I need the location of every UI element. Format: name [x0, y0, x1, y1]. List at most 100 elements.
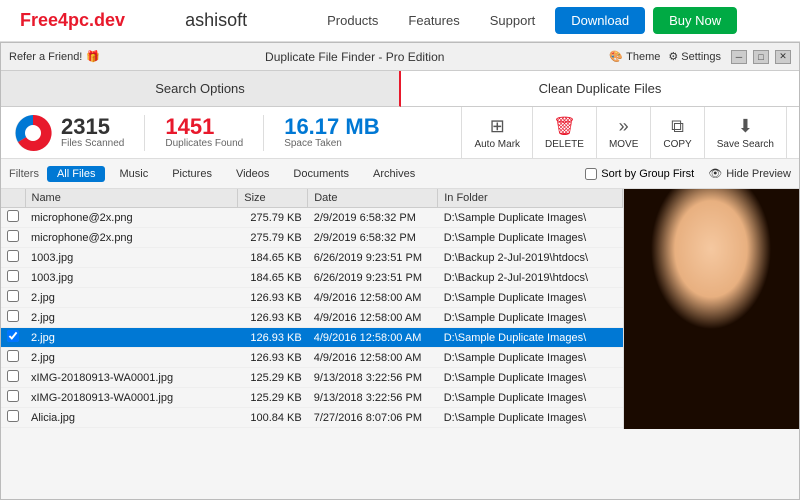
table-row[interactable]: 2.jpg126.93 KB4/9/2016 12:58:00 AMD:\Sam… — [1, 328, 623, 348]
buynow-button[interactable]: Buy Now — [653, 7, 737, 34]
file-folder: D:\Sample Duplicate Images\ — [438, 228, 623, 248]
file-name: 2.jpg — [25, 328, 238, 348]
file-date: 7/27/2016 8:07:06 PM — [308, 428, 438, 430]
space-num: 16.17 MB — [284, 116, 379, 138]
filter-documents[interactable]: Documents — [283, 166, 359, 182]
files-scanned-num: 2315 — [61, 116, 124, 138]
refer-friend[interactable]: Refer a Friend! 🎁 — [9, 50, 100, 63]
filter-pictures[interactable]: Pictures — [162, 166, 222, 182]
clean-duplicates-tab[interactable]: Clean Duplicate Files — [401, 71, 799, 107]
file-table-container[interactable]: Name Size Date In Folder microphone@2x.p… — [1, 189, 624, 429]
table-row[interactable]: xIMG-20180913-WA0001.jpg125.29 KB9/13/20… — [1, 368, 623, 388]
col-header-date[interactable]: Date — [308, 189, 438, 208]
table-row[interactable]: 1003.jpg184.65 KB6/26/2019 9:23:51 PMD:\… — [1, 248, 623, 268]
automark-button[interactable]: ⊞ Auto Mark — [462, 107, 533, 159]
file-folder: D:\Sample Duplicate Images\ — [438, 388, 623, 408]
filter-music[interactable]: Music — [109, 166, 158, 182]
row-checkbox[interactable] — [7, 330, 19, 342]
delete-button[interactable]: 🗑 DELETE — [533, 107, 597, 159]
copy-button[interactable]: ⧉ COPY — [651, 107, 704, 159]
action-buttons: ⊞ Auto Mark 🗑 DELETE » MOVE ⧉ COPY ⬇ Sav… — [461, 107, 787, 159]
file-name: 2.jpg — [25, 308, 238, 328]
table-row[interactable]: microphone@2x.png275.79 KB2/9/2019 6:58:… — [1, 208, 623, 228]
automark-icon: ⊞ — [490, 116, 505, 137]
move-label: MOVE — [609, 139, 638, 150]
move-icon: » — [619, 116, 629, 137]
file-size: 100.84 KB — [238, 428, 308, 430]
file-date: 2/9/2019 6:58:32 PM — [308, 208, 438, 228]
settings-link[interactable]: ⚙ Settings — [668, 50, 721, 63]
save-search-button[interactable]: ⬇ Save Search — [705, 107, 787, 159]
file-name: xIMG-20180913-WA0001.jpg — [25, 368, 238, 388]
row-checkbox[interactable] — [7, 210, 19, 222]
nav-products[interactable]: Products — [327, 13, 378, 28]
file-size: 126.93 KB — [238, 328, 308, 348]
table-row[interactable]: xIMG-20180913-WA0001.jpg125.29 KB9/13/20… — [1, 388, 623, 408]
file-folder: D:\Sample Duplicate Images\ — [438, 288, 623, 308]
col-header-size[interactable]: Size — [238, 189, 308, 208]
file-area: Name Size Date In Folder microphone@2x.p… — [1, 189, 799, 429]
eye-icon: 👁 — [708, 167, 722, 180]
file-size: 100.84 KB — [238, 408, 308, 428]
file-date: 4/9/2016 12:58:00 AM — [308, 328, 438, 348]
filter-all-files[interactable]: All Files — [47, 166, 106, 182]
files-scanned-stat: 2315 Files Scanned — [61, 116, 124, 149]
filter-videos[interactable]: Videos — [226, 166, 279, 182]
download-button[interactable]: Download — [555, 7, 645, 34]
table-row[interactable]: Alicia.jpg100.84 KB7/27/2016 8:07:06 PMD… — [1, 428, 623, 430]
delete-label: DELETE — [545, 139, 584, 150]
file-size: 126.93 KB — [238, 288, 308, 308]
table-row[interactable]: 1003.jpg184.65 KB6/26/2019 9:23:51 PMD:\… — [1, 268, 623, 288]
automark-label: Auto Mark — [474, 139, 520, 150]
preview-figure — [624, 189, 799, 429]
table-row[interactable]: 2.jpg126.93 KB4/9/2016 12:58:00 AMD:\Sam… — [1, 308, 623, 328]
file-date: 4/9/2016 12:58:00 AM — [308, 348, 438, 368]
file-date: 4/9/2016 12:58:00 AM — [308, 288, 438, 308]
row-checkbox[interactable] — [7, 390, 19, 402]
close-button[interactable]: ✕ — [775, 50, 791, 64]
row-checkbox[interactable] — [7, 230, 19, 242]
search-options-tab[interactable]: Search Options — [1, 71, 401, 107]
table-row[interactable]: microphone@2x.png275.79 KB2/9/2019 6:58:… — [1, 228, 623, 248]
file-folder: D:\Sample Duplicate Images\ — [438, 408, 623, 428]
table-header-row: Name Size Date In Folder — [1, 189, 623, 208]
nav-support[interactable]: Support — [490, 13, 536, 28]
maximize-button[interactable]: □ — [753, 50, 769, 64]
minimize-button[interactable]: ─ — [731, 50, 747, 64]
file-name: microphone@2x.png — [25, 208, 238, 228]
col-header-name[interactable]: Name — [25, 189, 238, 208]
file-size: 275.79 KB — [238, 208, 308, 228]
window-controls: ─ □ ✕ — [731, 50, 791, 64]
row-checkbox[interactable] — [7, 410, 19, 422]
titlebar-right: 🎨 Theme ⚙ Settings — [609, 50, 721, 63]
main-toolbar: Search Options Clean Duplicate Files — [1, 71, 799, 107]
stat-divider-1 — [144, 115, 145, 151]
file-name: microphone@2x.png — [25, 228, 238, 248]
table-row[interactable]: 2.jpg126.93 KB4/9/2016 12:58:00 AMD:\Sam… — [1, 348, 623, 368]
table-row[interactable]: 2.jpg126.93 KB4/9/2016 12:58:00 AMD:\Sam… — [1, 288, 623, 308]
stats-pie-chart — [13, 113, 53, 153]
preview-panel — [624, 189, 799, 429]
app-window: Refer a Friend! 🎁 Duplicate File Finder … — [0, 42, 800, 500]
filter-archives[interactable]: Archives — [363, 166, 425, 182]
row-checkbox[interactable] — [7, 250, 19, 262]
sort-group-checkbox[interactable] — [585, 168, 597, 180]
table-row[interactable]: Alicia.jpg100.84 KB7/27/2016 8:07:06 PMD… — [1, 408, 623, 428]
sort-group-check[interactable]: Sort by Group First — [585, 168, 694, 180]
file-folder: D:\Sample Duplicate Images\ — [438, 348, 623, 368]
file-folder: D:\Backup 2-Jul-2019\htdocs\ — [438, 248, 623, 268]
row-checkbox[interactable] — [7, 290, 19, 302]
row-checkbox[interactable] — [7, 370, 19, 382]
theme-link[interactable]: 🎨 Theme — [609, 50, 660, 63]
move-button[interactable]: » MOVE — [597, 107, 651, 159]
brand-free[interactable]: Free4pc.dev — [20, 10, 125, 31]
hide-preview-button[interactable]: 👁 Hide Preview — [708, 167, 791, 180]
hide-preview-label: Hide Preview — [726, 168, 791, 180]
nav-features[interactable]: Features — [408, 13, 459, 28]
file-size: 184.65 KB — [238, 268, 308, 288]
col-header-folder[interactable]: In Folder — [438, 189, 623, 208]
file-date: 6/26/2019 9:23:51 PM — [308, 248, 438, 268]
row-checkbox[interactable] — [7, 310, 19, 322]
row-checkbox[interactable] — [7, 350, 19, 362]
row-checkbox[interactable] — [7, 270, 19, 282]
